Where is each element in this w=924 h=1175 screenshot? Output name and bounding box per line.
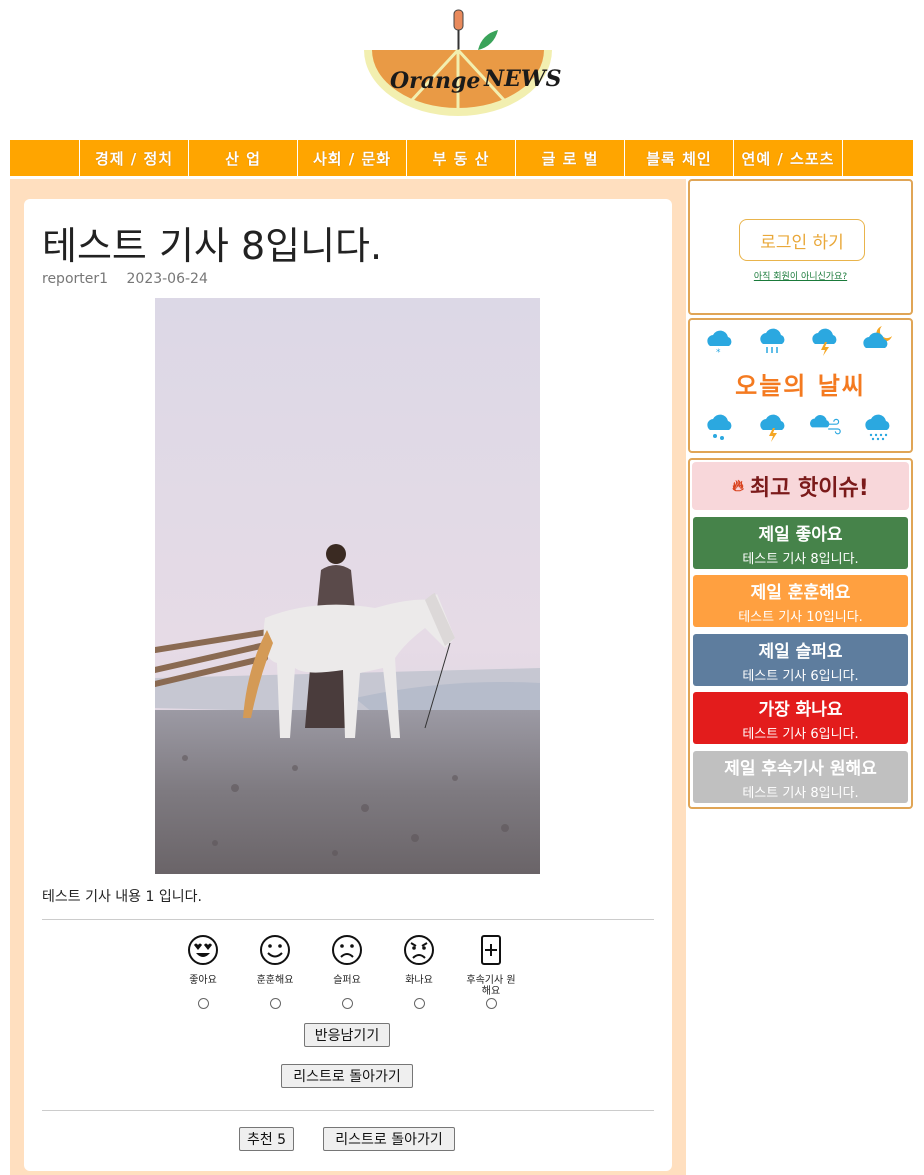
article-date: 2023-06-24 [126,271,208,287]
signup-link[interactable]: 아직 회원이 아니신가요? [690,269,911,282]
reaction-label: 좋아요 [189,975,217,986]
hot-card-heading: 가장 화나요 [758,700,843,720]
hot-card-sad[interactable]: 제일 슬퍼요 테스트 기사 6입니다. [693,634,908,686]
article-title: 테스트 기사 8입니다. [42,224,383,268]
svg-text:*: * [716,348,721,356]
recommend-button[interactable]: 추천 5 [239,1127,294,1151]
reaction-radio-warm[interactable] [270,998,281,1009]
reaction-label: 훈훈해요 [256,975,294,986]
hot-card-heading: 제일 슬퍼요 [758,642,843,662]
reaction-like: 좋아요 [173,934,233,986]
wind-cloud-icon [810,415,841,435]
weather-title: 오늘의 날씨 [735,372,866,400]
snow-cloud-icon: * [707,330,732,356]
heavy-rain-cloud-icon [865,414,890,441]
rain-cloud-icon [760,328,785,353]
nav-item-industry[interactable]: 산 업 [189,140,298,176]
submit-reaction-button[interactable]: 반응남기기 [304,1023,390,1047]
fire-icon: 🔥︎ [732,476,744,495]
divider [42,919,654,920]
nav-item-entertainment-sports[interactable]: 연예 / 스포츠 [734,140,843,176]
reaction-followup: 후속기사 원해요 [461,934,521,997]
reaction-warm: 훈훈해요 [245,934,305,986]
hot-card-article: 테스트 기사 8입니다. [742,552,859,567]
divider [42,1110,654,1111]
login-button[interactable]: 로그인 하기 [739,219,865,261]
hot-card-heading: 제일 좋아요 [758,525,843,545]
hot-card-warm[interactable]: 제일 훈훈해요 테스트 기사 10입니다. [693,575,908,627]
hot-card-article: 테스트 기사 10입니다. [738,610,863,625]
article-photo [155,298,540,874]
back-to-list-button[interactable]: 리스트로 돌아가기 [281,1064,413,1088]
hot-issues-title: 최고 핫이슈! [749,476,869,501]
hail-cloud-icon [707,414,732,440]
storm-cloud-icon [760,414,785,442]
logo-word-news: NEWS [483,66,561,92]
nav-item-global[interactable]: 글 로 벌 [516,140,625,176]
moon-cloud-icon [863,326,892,348]
reaction-radio-like[interactable] [198,998,209,1009]
hot-card-angry[interactable]: 가장 화나요 테스트 기사 6입니다. [693,692,908,744]
hot-issues-box: 🔥︎ 최고 핫이슈! 제일 좋아요 테스트 기사 8입니다. 제일 훈훈해요 테… [688,458,913,809]
article-meta: reporter1 2023-06-24 [42,271,222,287]
hot-card-heading: 제일 후속기사 원해요 [724,759,877,779]
article-author: reporter1 [42,271,109,287]
reaction-angry: 화나요 [389,934,449,986]
hot-issues-header: 🔥︎ 최고 핫이슈! [692,462,909,510]
hot-card-heading: 제일 훈훈해요 [750,583,851,603]
category-nav: 경제 / 정치 산 업 사회 / 문화 부 동 산 글 로 벌 블록 체인 연예… [10,140,913,176]
plus-document-icon [481,935,501,965]
reaction-label: 슬퍼요 [333,975,361,986]
hot-card-followup[interactable]: 제일 후속기사 원해요 테스트 기사 8입니다. [693,751,908,803]
nav-item-blockchain[interactable]: 블록 체인 [625,140,734,176]
angry-face-icon [404,935,434,965]
hot-card-article: 테스트 기사 6입니다. [742,727,859,742]
reaction-label: 후속기사 원해요 [466,975,516,997]
reaction-radio-sad[interactable] [342,998,353,1009]
reaction-sad: 슬퍼요 [317,934,377,986]
nav-item-real-estate[interactable]: 부 동 산 [407,140,516,176]
nav-item-economy-politics[interactable]: 경제 / 정치 [80,140,189,176]
back-to-list-button-bottom[interactable]: 리스트로 돌아가기 [323,1127,455,1151]
reaction-label: 화나요 [405,975,433,986]
login-box: 로그인 하기 아직 회원이 아니신가요? [688,179,913,315]
hot-card-article: 테스트 기사 8입니다. [742,786,859,801]
article-body: 테스트 기사 내용 1 입니다. [42,889,202,905]
orange-news-logo[interactable]: Orange NEWS [360,8,570,120]
reaction-radio-angry[interactable] [414,998,425,1009]
thunder-cloud-icon [812,328,837,356]
hot-card-like[interactable]: 제일 좋아요 테스트 기사 8입니다. [693,517,908,569]
weather-box[interactable]: * 오늘의 날씨 [688,318,913,453]
logo-word-orange: Orange [390,68,480,94]
nav-spacer [10,140,80,176]
sad-face-icon [332,935,362,965]
nav-item-society-culture[interactable]: 사회 / 문화 [298,140,407,176]
smile-face-icon [260,935,290,965]
reaction-radio-followup[interactable] [486,998,497,1009]
hot-card-article: 테스트 기사 6입니다. [742,669,859,684]
heart-eyes-face-icon [188,935,218,965]
